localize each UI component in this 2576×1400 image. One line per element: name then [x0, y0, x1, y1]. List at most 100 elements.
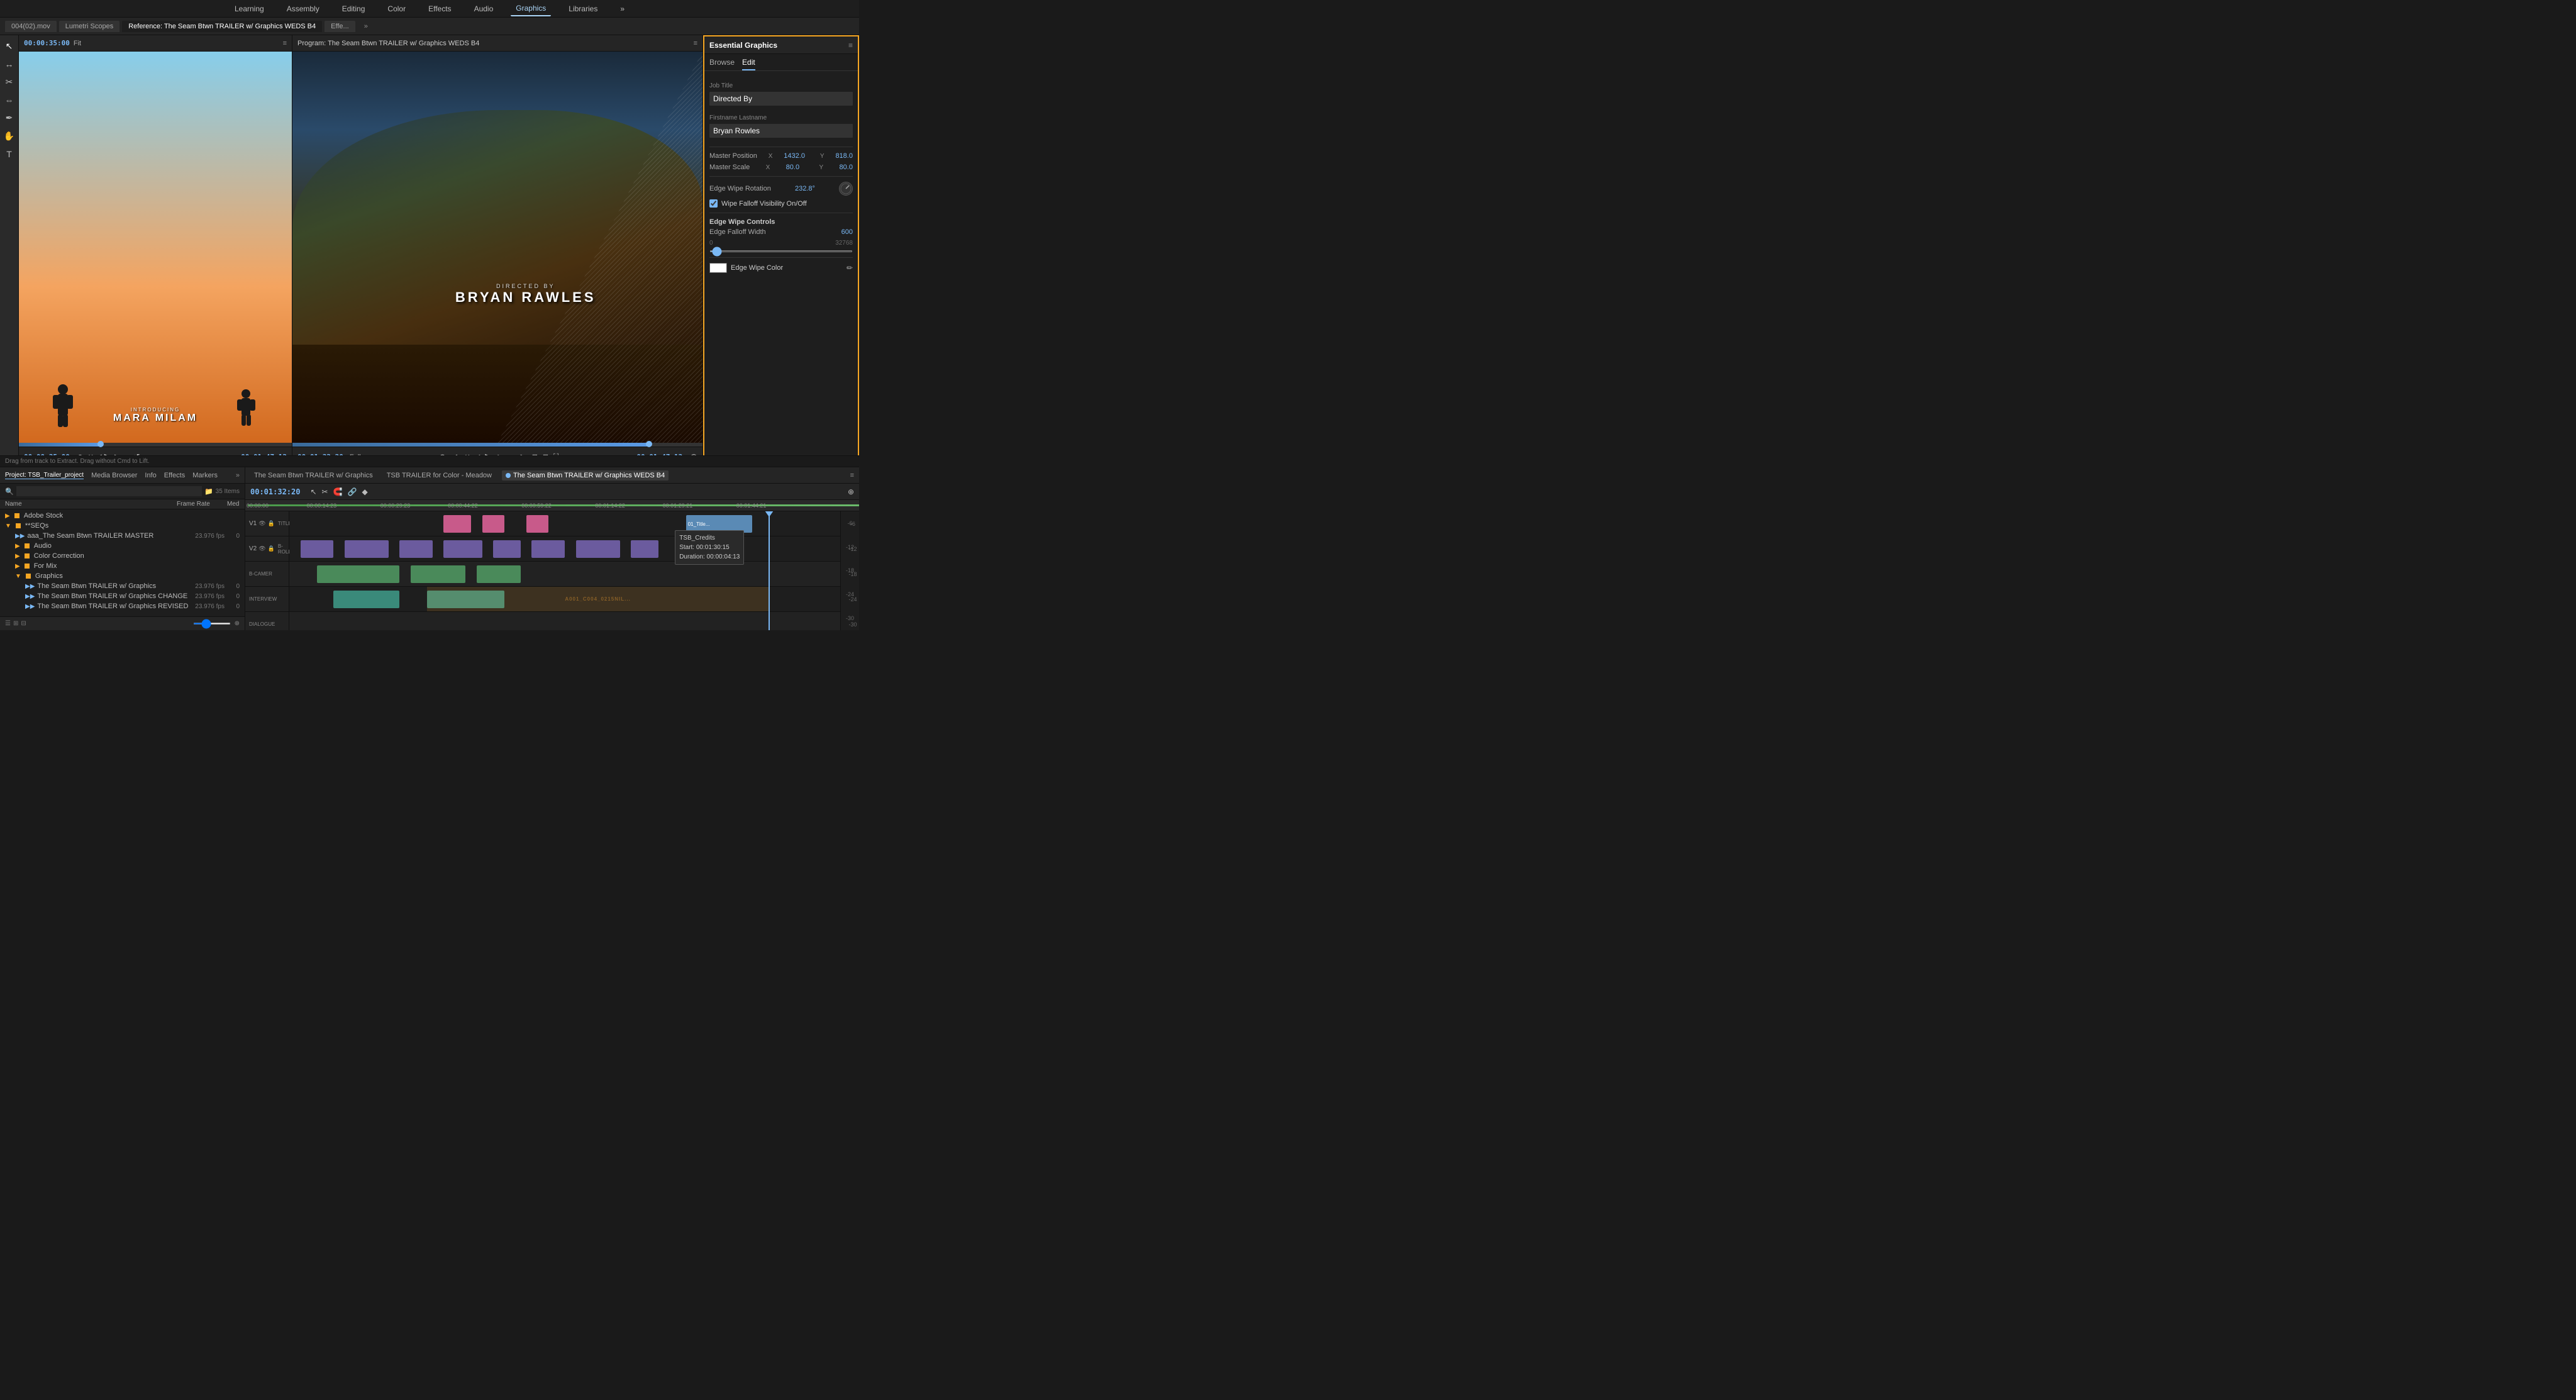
- project-grid-icon[interactable]: ⊞: [13, 620, 18, 627]
- project-tab-effects[interactable]: Effects: [164, 472, 185, 479]
- tl-tab-active[interactable]: The Seam Btwn TRAILER w/ Graphics WEDS B…: [502, 470, 669, 481]
- tl-tool-link[interactable]: 🔗: [348, 487, 357, 496]
- tool-razor[interactable]: ✂: [4, 75, 15, 89]
- tab-effects[interactable]: Effe...: [325, 21, 355, 32]
- program-timebar[interactable]: [292, 443, 702, 447]
- clip-bcamer-1[interactable]: [317, 565, 399, 583]
- eg-firstname-input[interactable]: [709, 124, 853, 138]
- tl-tool-markers[interactable]: ◆: [362, 487, 368, 496]
- tool-slip[interactable]: ⇔: [3, 93, 16, 107]
- tl-tool-snapping[interactable]: 🧲: [333, 487, 343, 496]
- program-settings-icon[interactable]: ≡: [694, 40, 697, 47]
- source-fit-dropdown[interactable]: Fit: [74, 40, 81, 47]
- tl-tool-ripple[interactable]: ✂: [322, 487, 328, 496]
- clip-broll-8[interactable]: [631, 540, 658, 558]
- col-name[interactable]: Name: [5, 501, 177, 508]
- menu-item-assembly[interactable]: Assembly: [282, 2, 325, 16]
- eg-menu-icon[interactable]: ≡: [848, 41, 853, 50]
- eg-position-x-value[interactable]: 1432.0: [784, 152, 805, 160]
- eg-pencil-icon[interactable]: ✏: [847, 264, 853, 272]
- clip-title-3[interactable]: [526, 515, 548, 533]
- eg-falloff-slider[interactable]: [709, 250, 853, 252]
- project-list-icon[interactable]: ☰: [5, 620, 11, 627]
- eg-tab-edit[interactable]: Edit: [742, 58, 755, 70]
- track-v2-eye[interactable]: 👁: [258, 545, 265, 552]
- track-dialogue-label: DIALOGUE: [249, 621, 275, 627]
- tab-reference[interactable]: Reference: The Seam Btwn TRAILER w/ Grap…: [122, 21, 322, 32]
- tool-text[interactable]: T: [4, 147, 14, 161]
- file-item-master[interactable]: ▶▶ aaa_The Seam Btwn TRAILER MASTER 23.9…: [10, 531, 245, 541]
- menu-more[interactable]: »: [615, 2, 630, 16]
- eg-wipe-falloff-checkbox[interactable]: [709, 199, 718, 208]
- menu-item-graphics[interactable]: Graphics: [511, 1, 551, 16]
- tl-add-track[interactable]: ⊕: [848, 487, 854, 496]
- file-item-for-mix[interactable]: ▶ For Mix: [10, 561, 245, 571]
- file-item-seq1[interactable]: ▶▶ The Seam Btwn TRAILER w/ Graphics 23.…: [20, 581, 245, 591]
- tl-menu[interactable]: ≡: [850, 472, 854, 479]
- tool-ripple[interactable]: ↔: [3, 57, 16, 71]
- clip-broll-7[interactable]: [576, 540, 620, 558]
- tl-tab-1[interactable]: The Seam Btwn TRAILER w/ Graphics: [250, 470, 377, 481]
- eg-color-swatch[interactable]: [709, 263, 727, 273]
- project-new-folder-icon[interactable]: 📁: [204, 487, 213, 496]
- eg-rotation-knob[interactable]: [839, 182, 853, 196]
- clip-interview-1[interactable]: [333, 591, 399, 608]
- clip-broll-6[interactable]: [531, 540, 565, 558]
- source-settings-icon[interactable]: ≡: [283, 40, 287, 47]
- file-item-graphics[interactable]: ▼ Graphics: [10, 571, 245, 581]
- clip-bcamer-2[interactable]: [411, 565, 466, 583]
- tool-pen[interactable]: ✒: [4, 111, 15, 125]
- file-item-audio[interactable]: ▶ Audio: [10, 541, 245, 551]
- tool-select[interactable]: ↖: [4, 39, 15, 53]
- project-zoom-slider[interactable]: [193, 623, 231, 625]
- eg-rotation-value[interactable]: 232.8°: [795, 185, 815, 192]
- clip-title-2[interactable]: [482, 515, 504, 533]
- clip-broll-3[interactable]: [399, 540, 433, 558]
- project-tab-media[interactable]: Media Browser: [91, 472, 137, 479]
- menu-item-effects[interactable]: Effects: [423, 2, 456, 16]
- program-timebar-thumb[interactable]: [646, 441, 652, 447]
- project-search-input[interactable]: [16, 486, 202, 496]
- col-fps[interactable]: Frame Rate: [177, 501, 227, 508]
- file-item-color-correction[interactable]: ▶ Color Correction: [10, 551, 245, 561]
- eg-position-y-value[interactable]: 818.0: [835, 152, 853, 160]
- menu-item-learning[interactable]: Learning: [230, 2, 269, 16]
- file-item-seqs[interactable]: ▼ **SEQs: [0, 521, 245, 531]
- eg-job-title-input[interactable]: [709, 92, 853, 106]
- eg-scale-y-value[interactable]: 80.0: [840, 164, 853, 171]
- menu-item-audio[interactable]: Audio: [469, 2, 499, 16]
- clip-broll-1[interactable]: [301, 540, 334, 558]
- menu-item-editing[interactable]: Editing: [337, 2, 370, 16]
- track-v2-lock[interactable]: 🔒: [268, 545, 275, 552]
- eg-scale-x-value[interactable]: 80.0: [786, 164, 799, 171]
- tl-tab-2[interactable]: TSB TRAILER for Color - Meadow: [383, 470, 496, 481]
- tab-mov[interactable]: 004(02).mov: [5, 21, 57, 32]
- project-icon-view[interactable]: ⊟: [21, 620, 26, 627]
- file-item-seq2[interactable]: ▶▶ The Seam Btwn TRAILER w/ Graphics CHA…: [20, 591, 245, 601]
- clip-broll-5[interactable]: [493, 540, 521, 558]
- tool-hand[interactable]: ✋: [2, 129, 16, 143]
- clip-bcamer-3[interactable]: [477, 565, 521, 583]
- menu-item-color[interactable]: Color: [382, 2, 411, 16]
- tab-more[interactable]: »: [358, 21, 374, 32]
- project-tab-markers[interactable]: Markers: [192, 472, 218, 479]
- project-tab-info[interactable]: Info: [145, 472, 156, 479]
- project-tab-main[interactable]: Project: TSB_Trailer_project: [5, 472, 84, 479]
- col-med[interactable]: Med: [227, 501, 240, 508]
- tab-lumetri[interactable]: Lumetri Scopes: [59, 21, 119, 32]
- track-v1-eye[interactable]: 👁: [258, 520, 265, 527]
- source-timebar-thumb[interactable]: [97, 441, 104, 447]
- project-menu[interactable]: »: [236, 472, 240, 479]
- file-item-seq3[interactable]: ▶▶ The Seam Btwn TRAILER w/ Graphics REV…: [20, 601, 245, 611]
- clip-broll-4[interactable]: [443, 540, 482, 558]
- clip-broll-2[interactable]: [345, 540, 389, 558]
- track-v1-lock[interactable]: 🔒: [268, 520, 275, 527]
- file-item-adobe-stock[interactable]: ▶ Adobe Stock: [0, 511, 245, 521]
- eg-falloff-width-value[interactable]: 600: [841, 228, 853, 236]
- source-timebar[interactable]: [19, 443, 292, 447]
- tl-tool-select[interactable]: ↖: [310, 487, 316, 496]
- eg-tab-browse[interactable]: Browse: [709, 58, 735, 70]
- project-new-item[interactable]: ⊕: [235, 620, 240, 627]
- menu-item-libraries[interactable]: Libraries: [564, 2, 602, 16]
- clip-title-1[interactable]: [443, 515, 471, 533]
